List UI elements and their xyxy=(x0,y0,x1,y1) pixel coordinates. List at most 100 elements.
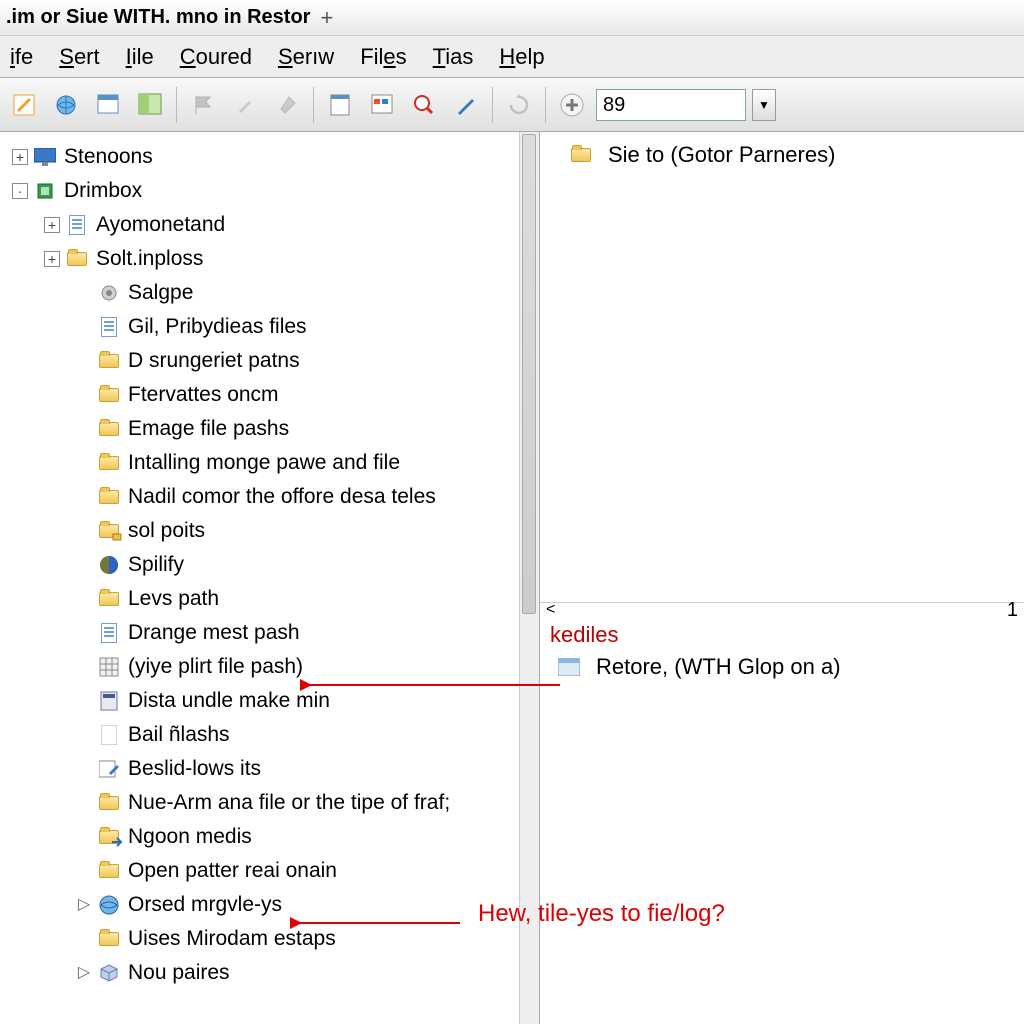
app-icon[interactable] xyxy=(364,87,400,123)
tree-item[interactable]: Drange mest pash xyxy=(4,616,539,650)
tree-label: Drimbox xyxy=(64,179,142,203)
flag-icon[interactable] xyxy=(185,87,221,123)
scrollbar[interactable] xyxy=(519,132,539,1024)
tree-item[interactable]: Uises Mirodam estaps xyxy=(4,922,539,956)
tree-item[interactable]: Levs path xyxy=(4,582,539,616)
fold-icon xyxy=(98,418,120,440)
tree-label: Nadil comor the offore desa teles xyxy=(128,485,436,509)
tree-label: Spilify xyxy=(128,553,184,577)
tree-item[interactable]: D srungeriet patns xyxy=(4,344,539,378)
globe-icon[interactable] xyxy=(48,87,84,123)
zoom-input[interactable] xyxy=(596,89,746,121)
tree-label: Ngoon medis xyxy=(128,825,252,849)
search-icon[interactable] xyxy=(406,87,442,123)
tree-label: Intalling monge pawe and file xyxy=(128,451,400,475)
fold-icon xyxy=(98,792,120,814)
expander-icon[interactable]: + xyxy=(44,251,60,267)
tree-label: Stenoons xyxy=(64,145,153,169)
menu-files[interactable]: Files xyxy=(354,40,412,74)
tree-item[interactable]: +Ayomonetand xyxy=(4,208,539,242)
separator xyxy=(492,87,493,123)
tree-item[interactable]: Salgpe xyxy=(4,276,539,310)
scroll-thumb[interactable] xyxy=(522,134,536,614)
menu-serıw[interactable]: Serıw xyxy=(272,40,340,74)
tree-item[interactable]: Dista undle make min xyxy=(4,684,539,718)
cube-icon xyxy=(98,962,120,984)
right-mid: kediles Retore, (WTH Glop on a) xyxy=(540,620,1024,682)
tree-item[interactable]: Nue-Arm ana file or the tipe of fraf; xyxy=(4,786,539,820)
expander-icon[interactable]: · xyxy=(12,183,28,199)
panel-icon[interactable] xyxy=(132,87,168,123)
fold-icon xyxy=(98,928,120,950)
window-icon xyxy=(558,656,580,678)
menu-coured[interactable]: Coured xyxy=(174,40,258,74)
globe2-icon xyxy=(98,894,120,916)
tree-item[interactable]: + Solt.inploss xyxy=(4,242,539,276)
tree-item[interactable]: Nadil comor the offore desa teles xyxy=(4,480,539,514)
tree-item[interactable]: Beslid-lows its xyxy=(4,752,539,786)
tree-item[interactable]: (yiye plirt file pash) xyxy=(4,650,539,684)
expander-icon[interactable]: ▷ xyxy=(76,897,92,913)
pen-icon[interactable] xyxy=(448,87,484,123)
brush-icon[interactable] xyxy=(227,87,263,123)
tree-item[interactable]: sol poits xyxy=(4,514,539,548)
menu-tias[interactable]: Tias xyxy=(427,40,480,74)
edit-icon[interactable] xyxy=(6,87,42,123)
tree-item[interactable]: Open patter reai onain xyxy=(4,854,539,888)
tree-item[interactable]: Ngoon medis xyxy=(4,820,539,854)
tree-item[interactable]: + Stenoons xyxy=(4,140,539,174)
right-divider[interactable]: < 1 xyxy=(540,602,1024,620)
expander-icon[interactable]: + xyxy=(12,149,28,165)
menu-sert[interactable]: Sert xyxy=(53,40,105,74)
folder-icon xyxy=(570,144,592,166)
tree-item[interactable]: Ftervattes oncm xyxy=(4,378,539,412)
fold-icon xyxy=(98,452,120,474)
calc-icon xyxy=(98,690,120,712)
add-icon[interactable] xyxy=(554,87,590,123)
main-split: +Stenoons·Drimbox+Ayomonetand+Solt.inplo… xyxy=(0,132,1024,1024)
expander-icon[interactable]: ▷ xyxy=(76,965,92,981)
window-icon[interactable] xyxy=(90,87,126,123)
doc-icon xyxy=(98,316,120,338)
right-header: kediles xyxy=(550,622,1014,648)
gear-icon xyxy=(98,282,120,304)
right-item[interactable]: Retore, (WTH Glop on a) xyxy=(558,654,1014,680)
tree-item[interactable]: Gil, Pribydieas files xyxy=(4,310,539,344)
foldarrow-icon xyxy=(98,826,120,848)
tree-item[interactable]: ▷ Orsed mrgvle-ys xyxy=(4,888,539,922)
dropdown-icon[interactable]: ▼ xyxy=(752,89,776,121)
right-top-label: Sie to (Gotor Parneres) xyxy=(608,142,835,168)
fold-icon xyxy=(98,486,120,508)
fold-icon xyxy=(98,350,120,372)
toolbar: ▼ xyxy=(0,78,1024,132)
right-panel: Sie to (Gotor Parneres) < 1 kediles Reto… xyxy=(540,132,1024,1024)
fold-icon xyxy=(98,588,120,610)
tab-add-icon[interactable]: + xyxy=(320,5,333,31)
tree-item[interactable]: Bail ñlashs xyxy=(4,718,539,752)
tree-label: Solt.inploss xyxy=(96,247,203,271)
tree-label: Orsed mrgvle-ys xyxy=(128,893,282,917)
tree-item[interactable]: · Drimbox xyxy=(4,174,539,208)
tree-item[interactable]: ▷Nou paires xyxy=(4,956,539,990)
tree-item[interactable]: Intalling monge pawe and file xyxy=(4,446,539,480)
tree-panel: +Stenoons·Drimbox+Ayomonetand+Solt.inplo… xyxy=(0,132,540,1024)
tree-label: Drange mest pash xyxy=(128,621,300,645)
tree: +Stenoons·Drimbox+Ayomonetand+Solt.inplo… xyxy=(0,132,539,998)
menu-help[interactable]: Help xyxy=(493,40,550,74)
right-top-item[interactable]: Sie to (Gotor Parneres) xyxy=(570,142,1014,168)
menu-iile[interactable]: Iile xyxy=(120,40,160,74)
menu-ife[interactable]: ife xyxy=(4,40,39,74)
chevron-left-icon[interactable]: < xyxy=(546,601,555,619)
right-item-label: Retore, (WTH Glop on a) xyxy=(596,654,841,680)
page-number: 1 xyxy=(1007,599,1018,622)
hammer-icon[interactable] xyxy=(269,87,305,123)
foldlock-icon xyxy=(98,520,120,542)
tree-item[interactable]: Spilify xyxy=(4,548,539,582)
tree-label: Emage file pashs xyxy=(128,417,289,441)
tree-item[interactable]: Emage file pashs xyxy=(4,412,539,446)
refresh-icon[interactable] xyxy=(501,87,537,123)
page-icon[interactable] xyxy=(322,87,358,123)
tree-label: Ftervattes oncm xyxy=(128,383,279,407)
expander-icon[interactable]: + xyxy=(44,217,60,233)
fold-icon xyxy=(98,860,120,882)
